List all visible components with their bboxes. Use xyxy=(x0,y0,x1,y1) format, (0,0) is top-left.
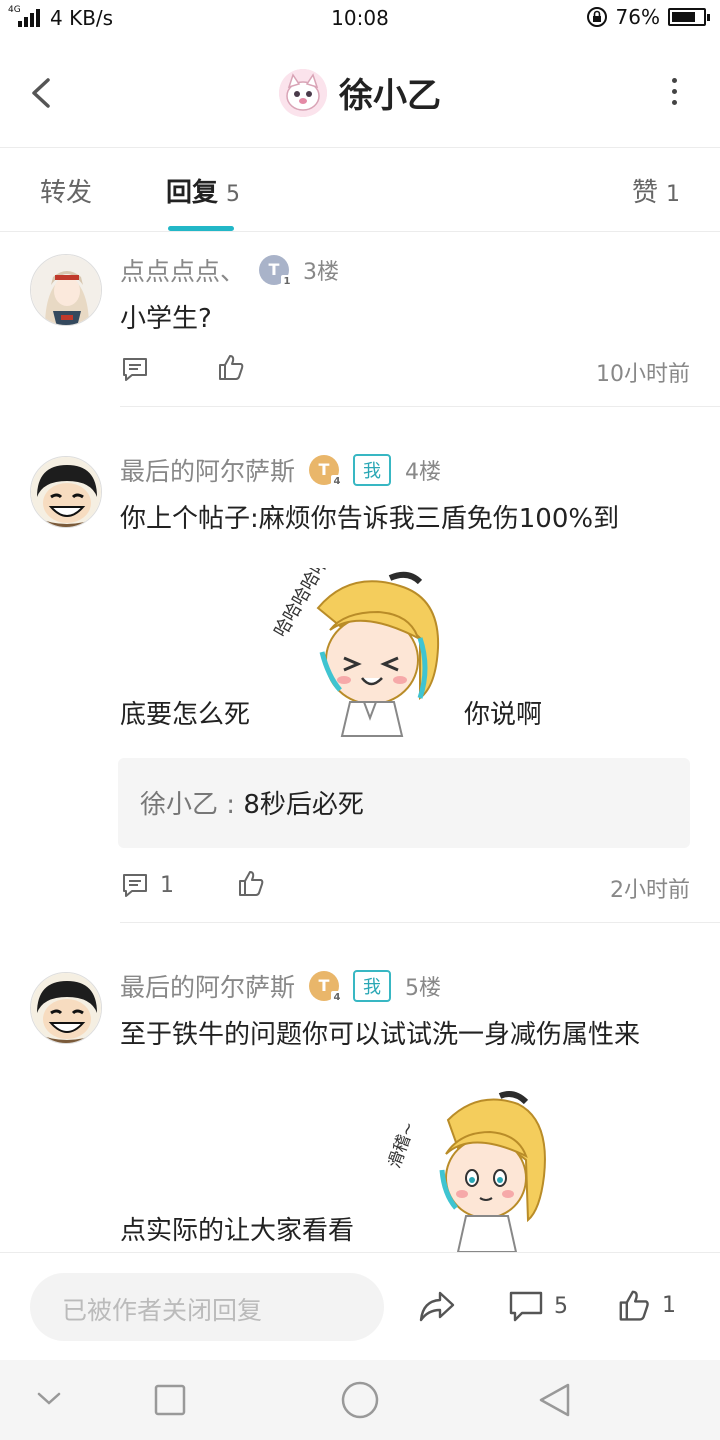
comment-icon xyxy=(123,358,147,381)
avatar[interactable] xyxy=(30,456,102,528)
divider xyxy=(120,406,720,407)
tab-reply-label: 回复 xyxy=(166,178,219,208)
comment-icon xyxy=(509,1291,543,1322)
divider xyxy=(120,922,720,923)
tab-reply-count: 5 xyxy=(226,182,241,207)
collapse-chevron-icon[interactable] xyxy=(36,1388,62,1408)
battery-percent: 76% xyxy=(615,5,660,29)
title-bar: 徐小乙 xyxy=(0,38,720,148)
funny-sticker: 滑稽~ xyxy=(384,1090,558,1252)
comment-button[interactable] xyxy=(120,354,150,384)
comment-count: 1 xyxy=(160,872,174,898)
back-nav-icon[interactable] xyxy=(536,1382,572,1418)
reply-actions: 1 2小时前 xyxy=(120,866,690,906)
owner-tag: 我 xyxy=(353,970,392,1002)
owner-tag: 我 xyxy=(353,454,392,486)
reply-meta: 点点点点、 T1 3楼 xyxy=(120,252,340,289)
avatar[interactable] xyxy=(30,254,102,326)
tab-like-count: 1 xyxy=(666,182,680,207)
reply-text-line2: 底要怎么死 xyxy=(120,700,251,730)
reply-meta: 最后的阿尔萨斯 T4 我 4楼 xyxy=(120,452,442,489)
bottom-like-count: 1 xyxy=(662,1292,676,1318)
recent-apps-icon[interactable] xyxy=(154,1384,186,1416)
bottom-comment-count: 5 xyxy=(554,1293,568,1319)
level-number: 4 xyxy=(331,475,344,489)
quote-separator: : xyxy=(218,790,244,820)
quote-text: 8秒后必死 xyxy=(243,790,364,820)
tab-like-label: 赞 xyxy=(631,178,658,208)
thumbs-up-icon xyxy=(619,1290,649,1321)
quote-author[interactable]: 徐小乙 xyxy=(140,790,218,820)
bottom-action-bar: 已被作者关闭回复 5 1 xyxy=(0,1252,720,1360)
tab-bar: 转发 回复 5 赞1 xyxy=(0,148,720,232)
comment-icon xyxy=(123,874,147,897)
reply-input[interactable]: 已被作者关闭回复 xyxy=(30,1273,384,1341)
system-nav-bar xyxy=(0,1360,720,1440)
bottom-like-button[interactable]: 1 xyxy=(616,1287,676,1323)
forum-logo-icon xyxy=(279,68,327,117)
tab-forward-label: 转发 xyxy=(40,178,93,208)
share-icon xyxy=(419,1291,455,1322)
reply-item: 最后的阿尔萨斯 T4 我 5楼 至于铁牛的问题你可以试试洗一身减伤属性来 点实际… xyxy=(0,924,720,1252)
username[interactable]: 最后的阿尔萨斯 xyxy=(120,452,295,488)
level-number: 4 xyxy=(331,991,344,1005)
share-button[interactable] xyxy=(418,1289,456,1323)
reply-meta: 最后的阿尔萨斯 T4 我 5楼 xyxy=(120,968,442,1005)
level-badge: T4 xyxy=(309,455,344,489)
tab-forward[interactable]: 转发 xyxy=(40,172,92,209)
thumbs-up-icon xyxy=(219,355,244,380)
bottom-comment-button[interactable]: 5 xyxy=(508,1289,568,1323)
reply-text-line1: 你上个帖子:麻烦你告诉我三盾免伤100%到 xyxy=(120,504,620,534)
reply-text: 小学生? xyxy=(120,304,212,334)
floor-number: 4楼 xyxy=(405,460,442,485)
page-title: 徐小乙 xyxy=(0,68,720,117)
reply-text-line2-end: 你说啊 xyxy=(464,700,543,730)
home-icon[interactable] xyxy=(340,1380,380,1420)
floor-number: 3楼 xyxy=(303,260,340,285)
reply-actions: 10小时前 xyxy=(120,350,690,390)
status-bar: 4G 4 KB/s 10:08 76% xyxy=(0,0,720,38)
more-dots-icon xyxy=(671,78,677,83)
battery-icon xyxy=(668,8,710,26)
username[interactable]: 最后的阿尔萨斯 xyxy=(120,968,295,1004)
comment-button[interactable]: 1 xyxy=(120,870,174,900)
reply-item: 点点点点、 T1 3楼 小学生? 10小时前 xyxy=(0,232,720,408)
reply-input-placeholder: 已被作者关闭回复 xyxy=(62,1296,263,1325)
like-button[interactable] xyxy=(216,352,246,382)
reply-text-line2: 点实际的让大家看看 xyxy=(120,1216,355,1246)
username[interactable]: 点点点点、 xyxy=(120,252,245,288)
reply-time: 10小时前 xyxy=(596,362,690,387)
active-tab-indicator xyxy=(168,226,234,231)
quote-text-line: 徐小乙 : 8秒后必死 xyxy=(140,784,364,821)
reply-item: 最后的阿尔萨斯 T4 我 4楼 你上个帖子:麻烦你告诉我三盾免伤100%到 底要… xyxy=(0,408,720,924)
tab-reply[interactable]: 回复 5 xyxy=(166,172,240,209)
like-button[interactable] xyxy=(236,868,266,898)
quoted-reply[interactable]: 徐小乙 : 8秒后必死 xyxy=(118,758,690,848)
laughing-sticker: 哈哈哈哈哈... xyxy=(270,538,450,738)
reply-time: 2小时前 xyxy=(610,878,690,903)
rotation-lock-icon xyxy=(586,7,607,27)
level-badge: T1 xyxy=(259,255,294,289)
floor-number: 5楼 xyxy=(405,976,442,1001)
thumbs-up-icon xyxy=(239,871,264,896)
level-badge: T4 xyxy=(309,971,344,1005)
title-text: 徐小乙 xyxy=(339,76,441,116)
reply-text-line1: 至于铁牛的问题你可以试试洗一身减伤属性来 xyxy=(120,1020,641,1050)
avatar[interactable] xyxy=(30,972,102,1044)
sticker-caption: 滑稽~ xyxy=(388,1119,420,1171)
level-number: 1 xyxy=(281,275,294,289)
tab-like[interactable]: 赞1 xyxy=(632,172,680,209)
more-options-button[interactable] xyxy=(668,78,680,108)
